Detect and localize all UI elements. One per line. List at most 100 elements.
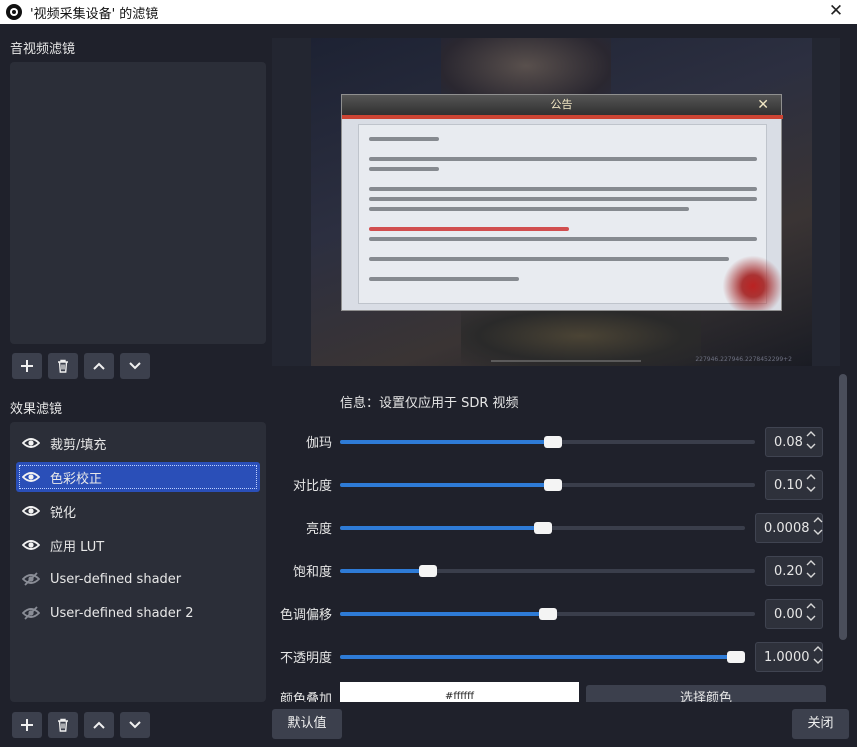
slider-fill: [340, 526, 543, 530]
property-slider[interactable]: [340, 436, 755, 448]
property-slider[interactable]: [340, 565, 755, 577]
add-audio-filter-button[interactable]: [12, 353, 42, 379]
add-effect-filter-button[interactable]: [12, 712, 42, 738]
slider-handle[interactable]: [533, 522, 552, 534]
slider-fill: [340, 440, 553, 444]
chevron-down-icon[interactable]: [803, 614, 819, 626]
effect-filter-label: 锐化: [50, 505, 77, 521]
move-effect-filter-up-button[interactable]: [84, 712, 114, 738]
notice-text-line: [369, 157, 757, 161]
effect-filter-label: 应用 LUT: [50, 539, 105, 555]
property-spinbox[interactable]: 0.0008: [755, 513, 823, 543]
preview-character-body: [461, 306, 701, 366]
chevron-down-icon: [129, 362, 141, 370]
notice-text-line: [369, 227, 569, 231]
slider-fill: [340, 612, 548, 616]
property-label: 色调偏移: [279, 608, 332, 623]
property-label: 对比度: [292, 479, 332, 494]
eye-icon[interactable]: [21, 538, 41, 552]
slider-handle[interactable]: [543, 479, 562, 491]
chevron-up-icon[interactable]: [803, 430, 819, 442]
eye-slash-icon[interactable]: [21, 606, 41, 620]
property-label: 饱和度: [292, 565, 332, 580]
effect-filter-item[interactable]: User-defined shader: [16, 564, 260, 594]
property-spinbox[interactable]: 0.08: [765, 427, 823, 457]
chevron-up-icon[interactable]: [810, 516, 826, 528]
audio-filters-list[interactable]: [10, 62, 266, 344]
slider-fill: [340, 483, 553, 487]
spinbox-value: 1.0000: [764, 649, 810, 665]
spinbox-arrows[interactable]: [810, 514, 826, 542]
chevron-up-icon[interactable]: [803, 602, 819, 614]
effect-filters-title: 效果滤镜: [10, 402, 63, 417]
property-spinbox[interactable]: 0.00: [765, 599, 823, 629]
preview-image: 公告 ✕ 227946.227946.2278452299+2: [311, 38, 812, 366]
property-slider[interactable]: [340, 608, 755, 620]
chevron-up-icon[interactable]: [803, 473, 819, 485]
remove-audio-filter-button[interactable]: [48, 353, 78, 379]
eye-slash-icon[interactable]: [21, 572, 41, 586]
color-overlay-swatch[interactable]: #ffffff: [340, 682, 579, 702]
spinbox-value: 0.20: [774, 563, 803, 579]
preview-scroll-hint: [491, 360, 641, 362]
close-button[interactable]: 关闭: [792, 709, 849, 739]
chevron-up-icon[interactable]: [803, 559, 819, 571]
audio-filters-title: 音视频滤镜: [10, 42, 76, 57]
window-close-icon[interactable]: ✕: [825, 1, 847, 21]
eye-icon[interactable]: [21, 436, 41, 450]
spinbox-value: 0.08: [774, 434, 803, 450]
notice-text-line: [369, 197, 757, 201]
chevron-up-icon: [93, 362, 105, 370]
slider-handle[interactable]: [727, 651, 745, 663]
slider-handle[interactable]: [538, 608, 557, 620]
property-spinbox[interactable]: 0.10: [765, 470, 823, 500]
effect-filter-item[interactable]: 应用 LUT: [16, 530, 260, 560]
move-effect-filter-down-button[interactable]: [120, 712, 150, 738]
effect-filter-item[interactable]: 色彩校正: [16, 462, 260, 492]
chevron-down-icon[interactable]: [810, 657, 826, 669]
move-audio-filter-up-button[interactable]: [84, 353, 114, 379]
property-slider[interactable]: [340, 522, 745, 534]
eye-icon[interactable]: [21, 470, 41, 484]
spinbox-arrows[interactable]: [803, 428, 819, 456]
property-label: 不透明度: [279, 651, 332, 666]
chevron-down-icon[interactable]: [803, 571, 819, 583]
notice-text-line: [369, 167, 439, 171]
property-label: 伽玛: [305, 436, 332, 451]
property-slider[interactable]: [340, 479, 755, 491]
notice-text-line: [369, 257, 729, 261]
slider-fill: [340, 569, 429, 573]
defaults-button[interactable]: 默认值: [272, 709, 342, 739]
choose-color-button[interactable]: 选择颜色: [586, 685, 826, 702]
obs-logo-icon: [6, 4, 22, 20]
slider-handle[interactable]: [543, 436, 562, 448]
spinbox-arrows[interactable]: [803, 557, 819, 585]
remove-effect-filter-button[interactable]: [48, 712, 78, 738]
eye-icon[interactable]: [21, 504, 41, 518]
effect-filter-label: User-defined shader: [50, 571, 182, 587]
spinbox-arrows[interactable]: [803, 471, 819, 499]
chevron-down-icon[interactable]: [810, 528, 826, 540]
effect-filter-item[interactable]: User-defined shader 2: [16, 598, 260, 628]
property-label: 亮度: [305, 522, 332, 537]
spinbox-arrows[interactable]: [810, 643, 826, 671]
notice-body: [358, 124, 767, 304]
chevron-down-icon[interactable]: [803, 442, 819, 454]
property-spinbox[interactable]: 0.20: [765, 556, 823, 586]
property-slider[interactable]: [340, 651, 745, 663]
chevron-down-icon[interactable]: [803, 485, 819, 497]
slider-handle[interactable]: [419, 565, 438, 577]
trash-icon: [58, 359, 68, 373]
chevron-down-icon: [129, 721, 141, 729]
move-audio-filter-down-button[interactable]: [120, 353, 150, 379]
effect-filter-item[interactable]: 锐化: [16, 496, 260, 526]
effect-filter-item[interactable]: 裁剪/填充: [16, 428, 260, 458]
chevron-up-icon[interactable]: [810, 645, 826, 657]
spinbox-arrows[interactable]: [803, 600, 819, 628]
effect-filter-label: 色彩校正: [50, 471, 103, 487]
notice-text-line: [369, 137, 439, 141]
properties-scrollbar[interactable]: [838, 374, 848, 640]
property-spinbox[interactable]: 1.0000: [755, 642, 823, 672]
slider-fill: [340, 655, 745, 659]
properties-scrollbar-thumb[interactable]: [839, 374, 847, 640]
